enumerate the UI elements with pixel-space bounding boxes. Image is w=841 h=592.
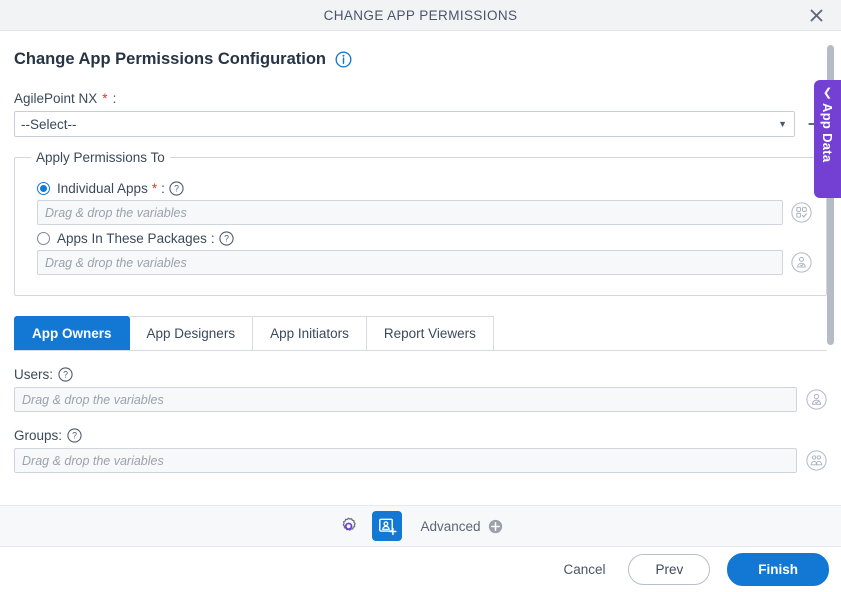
tab-app-designers[interactable]: App Designers: [129, 316, 254, 350]
dialog-titlebar: CHANGE APP PERMISSIONS: [0, 0, 841, 31]
info-circle-icon[interactable]: [335, 51, 352, 68]
dialog-footer: Cancel Prev Finish: [0, 547, 841, 591]
app-data-label: App Data: [820, 103, 835, 163]
individual-apps-input[interactable]: Drag & drop the variables: [37, 200, 783, 225]
required-asterisk: *: [102, 91, 108, 106]
radio-apps-in-packages-label: Apps In These Packages : ?: [57, 231, 234, 246]
label-colon: :: [112, 91, 117, 106]
question-circle-icon[interactable]: ?: [169, 181, 184, 196]
radio-apps-in-packages[interactable]: [37, 232, 50, 245]
agilepoint-nx-selected-value: --Select--: [21, 116, 77, 132]
chevron-left-icon: ❮: [822, 87, 833, 99]
finish-button[interactable]: Finish: [727, 552, 829, 586]
radio-apps-in-packages-label-text: Apps In These Packages: [57, 231, 207, 246]
radio-individual-apps[interactable]: [37, 182, 50, 195]
radio-option-apps-in-packages[interactable]: Apps In These Packages : ?: [37, 231, 812, 246]
svg-text:?: ?: [63, 370, 68, 380]
plus-circle-icon[interactable]: [488, 519, 503, 534]
advanced-label: Advanced: [420, 518, 481, 534]
apps-in-packages-input[interactable]: Drag & drop the variables: [37, 250, 783, 275]
tab-panel-app-owners: Users: ? Drag & drop the variables Group…: [14, 351, 827, 473]
package-picker-icon[interactable]: [791, 252, 812, 273]
group-picker-icon[interactable]: [806, 450, 827, 471]
agilepoint-nx-select[interactable]: --Select-- ▼: [14, 111, 795, 137]
groups-row: Drag & drop the variables: [14, 448, 827, 473]
users-label-text: Users:: [14, 367, 54, 382]
apply-permissions-legend: Apply Permissions To: [36, 150, 165, 165]
question-circle-icon[interactable]: ?: [58, 367, 73, 382]
svg-text:?: ?: [72, 431, 77, 441]
apps-in-packages-row: Drag & drop the variables: [37, 250, 812, 275]
tab-app-initiators[interactable]: App Initiators: [253, 316, 367, 350]
advanced-toggle[interactable]: Advanced: [420, 519, 502, 534]
agilepoint-nx-label-text: AgilePoint NX: [14, 91, 98, 106]
agilepoint-nx-label: AgilePoint NX *:: [14, 91, 827, 106]
required-asterisk: *: [151, 181, 158, 196]
permission-role-tabs: App Owners App Designers App Initiators …: [14, 316, 827, 351]
agilepoint-nx-row: --Select-- ▼: [14, 111, 827, 137]
label-colon: :: [210, 231, 215, 246]
dialog-body: ❮ App Data Change App Permissions Config…: [0, 31, 841, 505]
bottom-toolbar: Advanced: [0, 505, 841, 547]
user-add-button[interactable]: [372, 511, 403, 541]
tab-app-owners[interactable]: App Owners: [14, 316, 130, 350]
question-circle-icon[interactable]: ?: [218, 231, 234, 246]
users-input[interactable]: Drag & drop the variables: [14, 387, 797, 412]
individual-apps-row: Drag & drop the variables: [37, 200, 812, 225]
users-field: Users: ? Drag & drop the variables: [14, 367, 827, 412]
groups-input[interactable]: Drag & drop the variables: [14, 448, 797, 473]
label-colon: :: [161, 181, 165, 196]
tab-report-viewers[interactable]: Report Viewers: [366, 316, 494, 350]
radio-option-individual-apps[interactable]: Individual Apps * : ?: [37, 181, 812, 196]
gear-icon[interactable]: [338, 515, 360, 537]
svg-text:?: ?: [224, 234, 229, 244]
groups-field: Groups: ? Drag & drop the variables: [14, 428, 827, 473]
app-data-panel-toggle[interactable]: ❮ App Data: [814, 80, 841, 198]
cancel-button[interactable]: Cancel: [557, 558, 611, 581]
users-row: Drag & drop the variables: [14, 387, 827, 412]
chevron-down-icon: ▼: [778, 118, 787, 129]
svg-text:?: ?: [174, 184, 179, 194]
apply-permissions-fieldset: Apply Permissions To Individual Apps * : …: [14, 150, 827, 296]
groups-label-text: Groups:: [14, 428, 63, 443]
users-label: Users: ?: [14, 367, 827, 382]
agilepoint-nx-field: AgilePoint NX *: --Select-- ▼: [14, 91, 827, 137]
dialog-title: CHANGE APP PERMISSIONS: [323, 7, 518, 23]
user-picker-icon[interactable]: [806, 389, 827, 410]
page-title-row: Change App Permissions Configuration: [14, 50, 827, 69]
prev-button[interactable]: Prev: [628, 553, 711, 585]
question-circle-icon[interactable]: ?: [67, 428, 82, 443]
close-icon[interactable]: [799, 0, 833, 31]
radio-individual-apps-label: Individual Apps * : ?: [57, 181, 184, 196]
groups-label: Groups: ?: [14, 428, 827, 443]
page-title: Change App Permissions Configuration: [14, 50, 326, 68]
user-add-icon: [379, 518, 397, 535]
radio-individual-apps-label-text: Individual Apps: [57, 181, 148, 196]
app-picker-icon[interactable]: [791, 202, 812, 223]
